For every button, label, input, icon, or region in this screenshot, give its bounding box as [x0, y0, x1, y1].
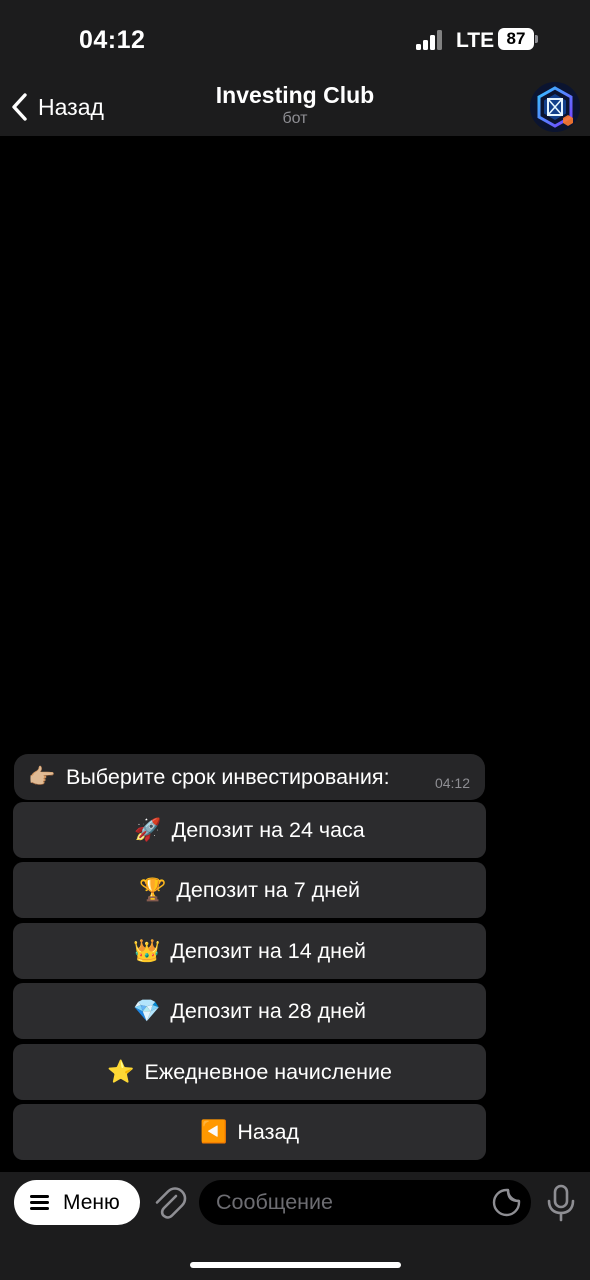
- menu-label: Меню: [63, 1190, 120, 1214]
- input-bar: Меню: [0, 1172, 590, 1280]
- chat-title-area[interactable]: Investing Club бот: [145, 80, 445, 128]
- chat-header: Назад Investing Club бот: [0, 80, 590, 136]
- button-label: Депозит на 7 дней: [176, 877, 361, 902]
- status-bar: 04:12 LTE 87: [0, 0, 590, 80]
- pointing-hand-emoji: 👉🏼: [28, 764, 56, 789]
- message-field[interactable]: [199, 1180, 531, 1225]
- button-label: Ежедневное начисление: [144, 1059, 392, 1084]
- chat-area[interactable]: 👉🏼 Выберите срок инвестирования: 04:12 🚀…: [0, 136, 590, 1172]
- deposit-28d-button[interactable]: 💎 Депозит на 28 дней: [13, 983, 486, 1039]
- paperclip-icon[interactable]: [151, 1184, 187, 1222]
- trophy-icon: 🏆: [138, 877, 167, 902]
- button-label: Депозит на 28 дней: [170, 998, 367, 1023]
- battery-level: 87: [498, 28, 534, 50]
- back-button[interactable]: Назад: [10, 90, 104, 124]
- bot-logo-icon: [530, 82, 580, 132]
- button-label: Депозит на 24 часа: [171, 817, 365, 842]
- back-label: Назад: [38, 93, 104, 120]
- deposit-24h-button[interactable]: 🚀 Депозит на 24 часа: [13, 802, 486, 858]
- signal-icon: [416, 30, 444, 50]
- sticker-icon[interactable]: [492, 1188, 521, 1217]
- message-time: 04:12: [434, 775, 470, 791]
- button-label: Назад: [237, 1119, 299, 1144]
- status-time: 04:12: [79, 26, 146, 54]
- menu-button[interactable]: Меню: [14, 1180, 140, 1225]
- bot-avatar[interactable]: [530, 82, 580, 132]
- chat-subtitle: бот: [282, 110, 308, 127]
- bot-message: 👉🏼 Выберите срок инвестирования: 04:12: [14, 754, 485, 800]
- keyboard-back-button[interactable]: ◀️ Назад: [13, 1104, 486, 1160]
- message-input[interactable]: [216, 1180, 476, 1225]
- menu-icon: [30, 1195, 49, 1210]
- deposit-14d-button[interactable]: 👑 Депозит на 14 дней: [13, 923, 486, 979]
- message-text: Выберите срок инвестирования:: [66, 765, 390, 789]
- chevron-left-icon: [12, 93, 27, 121]
- home-indicator[interactable]: [190, 1262, 401, 1268]
- battery-icon: 87: [498, 28, 538, 50]
- deposit-7d-button[interactable]: 🏆 Депозит на 7 дней: [13, 862, 486, 918]
- network-type: LTE: [456, 29, 495, 52]
- rocket-icon: 🚀: [134, 817, 162, 842]
- star-icon: ⭐: [107, 1059, 135, 1084]
- diamond-icon: 💎: [132, 998, 161, 1023]
- chat-title: Investing Club: [215, 82, 375, 108]
- button-label: Депозит на 14 дней: [170, 938, 367, 963]
- daily-accrual-button[interactable]: ⭐ Ежедневное начисление: [13, 1044, 486, 1100]
- microphone-icon[interactable]: [546, 1184, 576, 1222]
- back-arrow-icon: ◀️: [199, 1119, 228, 1144]
- crown-icon: 👑: [132, 938, 161, 963]
